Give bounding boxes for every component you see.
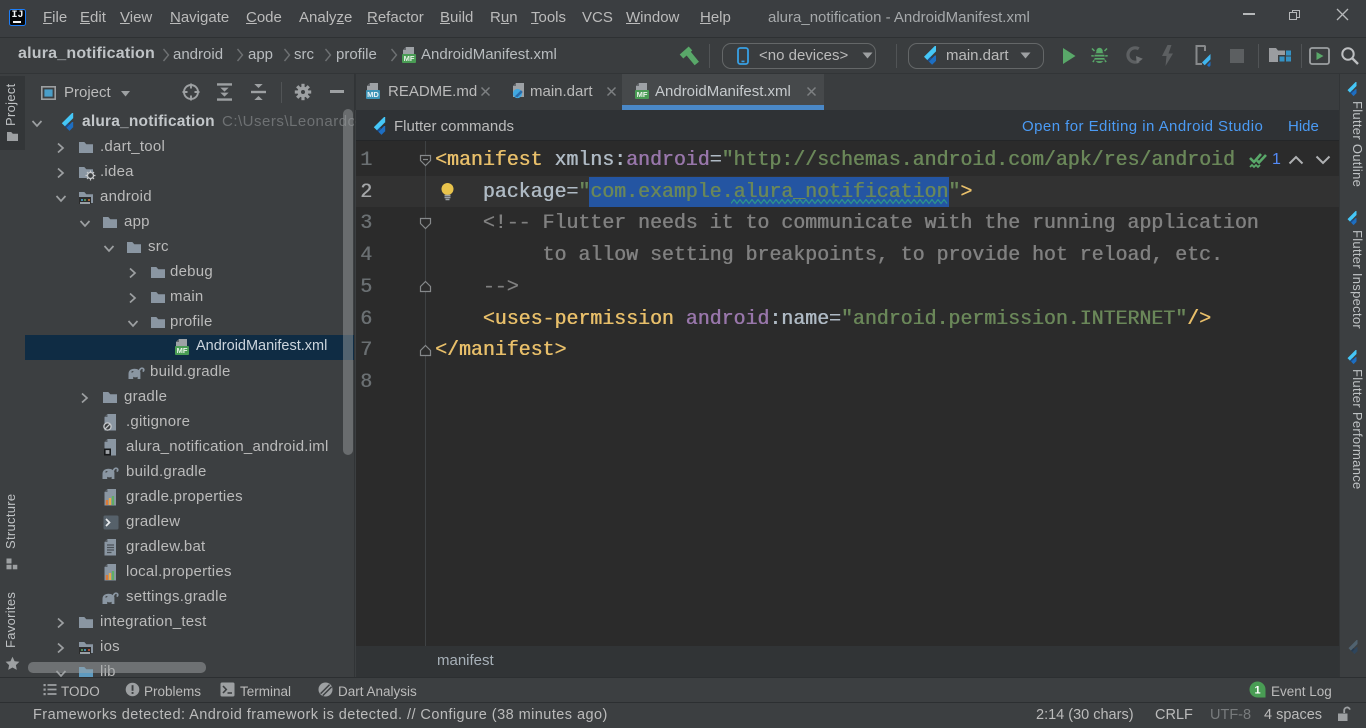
svg-text:MF: MF [177,346,188,355]
svg-text:MF: MF [404,54,415,63]
svg-text:MD: MD [367,90,379,99]
svg-text:MF: MF [637,90,648,99]
svg-text:1: 1 [1254,685,1260,697]
